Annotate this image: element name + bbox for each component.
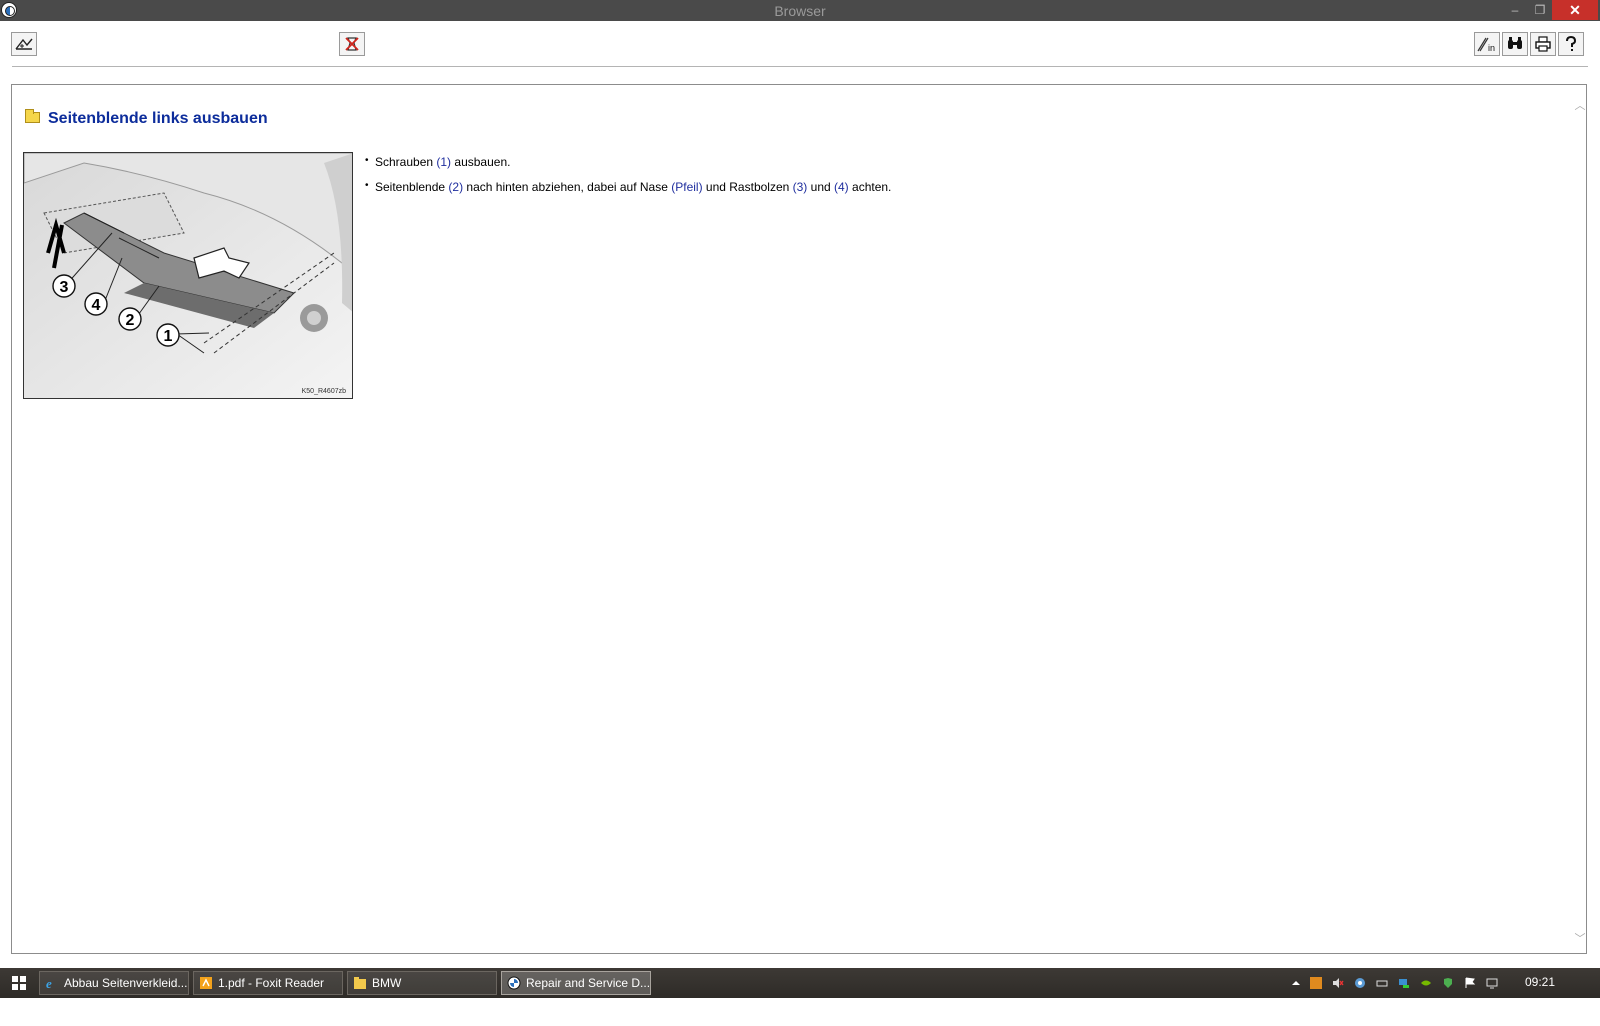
windows-logo-icon: [12, 976, 18, 982]
start-button[interactable]: [12, 976, 26, 990]
no-repair-icon: [345, 37, 359, 51]
step-text: Seitenblende: [375, 180, 449, 194]
bmw-icon: [507, 976, 521, 990]
close-button[interactable]: ✕: [1552, 0, 1598, 20]
step-text: Schrauben: [375, 155, 437, 169]
minimize-button[interactable]: –: [1505, 0, 1525, 20]
taskbar-clock[interactable]: 09:21: [1525, 975, 1555, 989]
step-text: nach hinten abziehen, dabei auf Nase: [463, 180, 672, 194]
system-tray: [1290, 976, 1500, 990]
search-button[interactable]: [1502, 32, 1528, 56]
taskbar-item-label: Abbau Seitenverkleid...: [64, 976, 188, 990]
battery-icon[interactable]: [1376, 977, 1388, 989]
print-button[interactable]: [1530, 32, 1556, 56]
taskbar-item-label: Repair and Service D...: [526, 976, 651, 990]
taskbar-item-bmw-folder[interactable]: BMW: [347, 971, 497, 995]
step-text: und Rastbolzen: [702, 180, 793, 194]
callout-1: 1: [164, 328, 173, 345]
help-icon: [1566, 36, 1577, 51]
reference-link[interactable]: (2): [448, 180, 463, 194]
reference-link[interactable]: (1): [436, 155, 451, 169]
repair-illustration: 3 4 2 1 K50_R4607zb: [23, 152, 353, 399]
info-icon: in: [1477, 37, 1495, 53]
instruction-list: Schrauben (1) ausbauen. Seitenblende (2)…: [365, 154, 892, 205]
folder-icon: [354, 977, 366, 989]
step-text: ausbauen.: [451, 155, 511, 169]
taskbar-item-label: 1.pdf - Foxit Reader: [218, 976, 325, 990]
ie-icon: e: [46, 976, 52, 990]
window-title: Browser: [774, 3, 826, 19]
screen-bottom-area: [0, 998, 1600, 1026]
reference-link[interactable]: (3): [793, 180, 808, 194]
pdf-icon: [200, 977, 212, 989]
callout-2: 2: [126, 312, 135, 329]
reference-link[interactable]: (4): [834, 180, 849, 194]
taskbar-item-label: BMW: [372, 976, 402, 990]
taskbar-item-ie[interactable]: e Abbau Seitenverkleid...: [39, 971, 189, 995]
no-repair-button[interactable]: [339, 32, 365, 56]
app-tray-icon[interactable]: [1310, 977, 1322, 989]
figure-code: K50_R4607zb: [301, 388, 346, 395]
instruction-step: Seitenblende (2) nach hinten abziehen, d…: [365, 179, 892, 194]
step-text: achten.: [848, 180, 892, 194]
print-icon: [1535, 36, 1551, 52]
display-icon[interactable]: [1486, 977, 1498, 989]
taskbar-item-foxit[interactable]: 1.pdf - Foxit Reader: [193, 971, 343, 995]
folder-icon: [25, 109, 40, 123]
step-text: und: [807, 180, 835, 194]
network-icon[interactable]: [1354, 977, 1366, 989]
nvidia-icon[interactable]: [1420, 977, 1432, 989]
svg-text:e: e: [46, 976, 52, 990]
title-bar: Browser – ❐ ✕: [0, 0, 1600, 21]
info-button[interactable]: in: [1474, 32, 1500, 56]
back-icon: [15, 38, 33, 50]
help-button[interactable]: [1558, 32, 1584, 56]
security-icon[interactable]: [1442, 977, 1454, 989]
scroll-up-icon[interactable]: ︿: [1574, 100, 1586, 112]
speaker-muted-icon[interactable]: [1332, 977, 1344, 989]
flag-icon[interactable]: [1464, 977, 1476, 989]
binoculars-icon: [1508, 37, 1522, 49]
restore-button[interactable]: ❐: [1528, 0, 1552, 20]
callout-3: 3: [60, 279, 69, 296]
svg-text:in: in: [1488, 43, 1495, 53]
taskbar-item-repair-service[interactable]: Repair and Service D...: [501, 971, 651, 995]
instruction-step: Schrauben (1) ausbauen.: [365, 154, 891, 169]
network-status-icon[interactable]: [1398, 977, 1410, 989]
scroll-down-icon[interactable]: ﹀: [1574, 933, 1586, 945]
show-hidden-icon[interactable]: [1290, 977, 1302, 989]
page-title: Seitenblende links ausbauen: [48, 110, 268, 127]
toolbar-divider: [12, 66, 1588, 67]
back-button[interactable]: [11, 32, 37, 56]
illustration-drawing: 3 4 2 1: [24, 153, 352, 398]
document-view: Seitenblende links ausbauen 3 4 2 1 K50_…: [11, 84, 1587, 954]
taskbar: e Abbau Seitenverkleid... 1.pdf - Foxit …: [0, 968, 1600, 998]
toolbar: in: [0, 21, 1600, 66]
callout-4: 4: [92, 297, 101, 314]
reference-link[interactable]: (Pfeil): [671, 180, 702, 194]
